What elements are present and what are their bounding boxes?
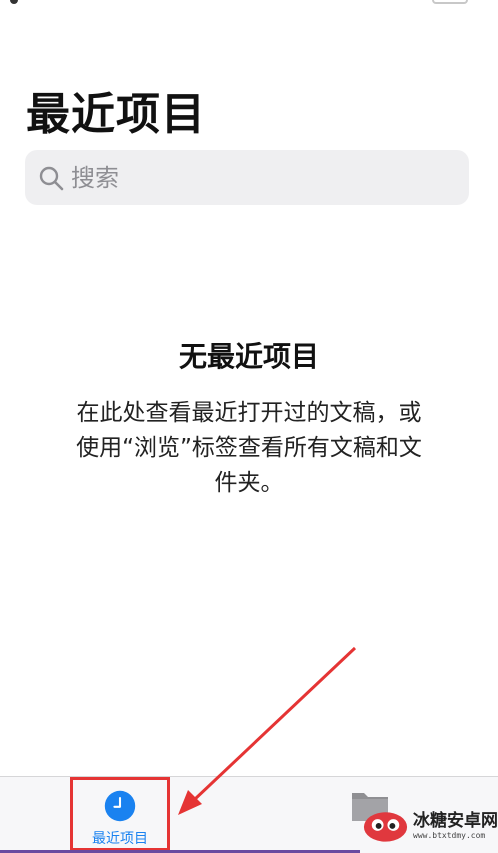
empty-state-description: 在此处查看最近打开过的文稿，或使用“浏览”标签查看所有文稿和文件夹。 [76,400,422,496]
search-icon [37,164,65,192]
recents-screen: 最近项目 无最近项目 在此处查看最近打开过的文稿，或使用“浏览”标签查看所有文稿… [0,0,498,853]
page-title: 最近项目 [26,89,206,140]
search-bar[interactable] [25,150,469,205]
clock-icon [104,790,136,822]
watermark-url: www.btxtdmy.com [413,830,486,840]
watermark-logo-icon [363,812,408,842]
watermark-name: 冰糖安卓网 [413,810,498,831]
tab-recents[interactable]: 最近项目 [70,777,170,851]
empty-state-title: 无最近项目 [178,340,319,373]
search-input[interactable] [71,163,431,192]
top-right-button-edge[interactable] [432,0,468,4]
tab-recents-label: 最近项目 [92,831,148,847]
watermark: 冰糖安卓网 www.btxtdmy.com [360,800,498,850]
status-bar-edge [10,0,18,4]
